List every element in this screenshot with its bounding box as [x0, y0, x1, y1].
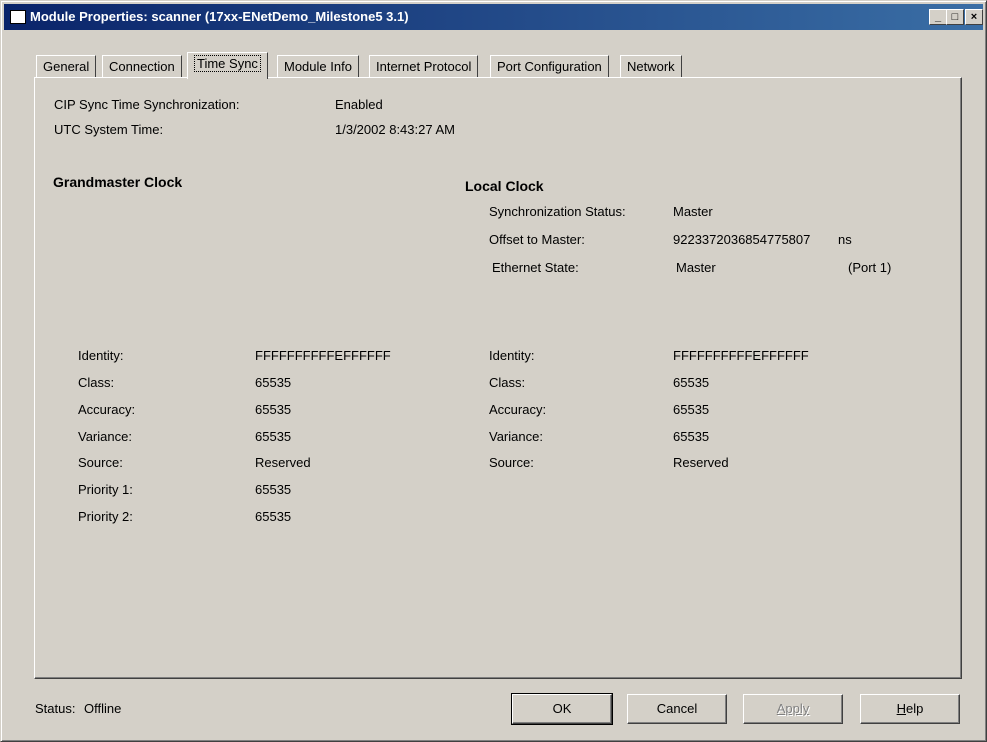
sync-status-value: Master [673, 204, 713, 219]
tab-time-sync[interactable]: Time Sync [187, 52, 268, 79]
gm-variance-value: 65535 [255, 429, 292, 444]
gm-priority1-label: Priority 1: [78, 482, 133, 497]
gm-identity-label: Identity: [78, 348, 124, 363]
grandmaster-clock-heading: Grandmaster Clock [53, 174, 183, 190]
cancel-button[interactable]: Cancel [627, 694, 727, 724]
gm-identity-value: FFFFFFFFFFEFFFFFF [255, 348, 391, 363]
local-variance-label: Variance: [489, 429, 543, 444]
gm-source-label: Source: [78, 455, 123, 470]
close-button[interactable]: × [965, 9, 983, 25]
title-bar[interactable]: Module Properties: scanner (17xx-ENetDem… [4, 4, 983, 30]
gm-class-label: Class: [78, 375, 115, 390]
gm-priority2-label: Priority 2: [78, 509, 133, 524]
ethernet-port: (Port 1) [848, 260, 892, 275]
gm-priority2-value: 65535 [255, 509, 292, 524]
cip-sync-value: Enabled [335, 97, 383, 112]
local-identity-value: FFFFFFFFFFEFFFFFF [673, 348, 809, 363]
apply-button[interactable]: Apply [743, 694, 843, 724]
gm-accuracy-value: 65535 [255, 402, 292, 417]
local-clock-heading: Local Clock [465, 178, 544, 194]
gm-priority1-value: 65535 [255, 482, 292, 497]
offset-value: 9223372036854775807 [673, 232, 811, 247]
local-accuracy-label: Accuracy: [489, 402, 547, 417]
status-value: Offline [84, 701, 122, 716]
utc-time-label: UTC System Time: [54, 122, 164, 137]
local-class-label: Class: [489, 375, 526, 390]
sync-status-label: Synchronization Status: [489, 204, 626, 219]
local-source-value: Reserved [673, 455, 729, 470]
local-identity-label: Identity: [489, 348, 535, 363]
tab-internet-protocol[interactable]: Internet Protocol [369, 55, 479, 77]
tab-network[interactable]: Network [620, 55, 682, 77]
local-source-label: Source: [489, 455, 534, 470]
utc-time-value: 1/3/2002 8:43:27 AM [335, 122, 455, 137]
offset-unit: ns [838, 232, 852, 247]
gm-class-value: 65535 [255, 375, 292, 390]
local-accuracy-value: 65535 [673, 402, 710, 417]
status-label: Status: [35, 701, 76, 716]
local-class-value: 65535 [673, 375, 710, 390]
gm-source-value: Reserved [255, 455, 311, 470]
tab-port-configuration[interactable]: Port Configuration [490, 55, 609, 77]
gm-variance-label: Variance: [78, 429, 132, 444]
tab-module-info[interactable]: Module Info [277, 55, 359, 77]
offset-label: Offset to Master: [489, 232, 585, 247]
ethernet-state-label: Ethernet State: [492, 260, 579, 275]
window-icon [10, 10, 26, 24]
local-variance-value: 65535 [673, 429, 710, 444]
gm-accuracy-label: Accuracy: [78, 402, 136, 417]
help-button[interactable]: Help [860, 694, 960, 724]
cip-sync-label: CIP Sync Time Synchronization: [54, 97, 240, 112]
ethernet-state-value: Master [676, 260, 716, 275]
tab-connection[interactable]: Connection [102, 55, 182, 77]
window-title: Module Properties: scanner (17xx-ENetDem… [30, 9, 409, 24]
maximize-button[interactable]: □ [946, 9, 964, 25]
minimize-button[interactable]: _ [929, 9, 947, 25]
ok-button[interactable]: OK [511, 693, 613, 725]
tab-general[interactable]: General [36, 55, 97, 77]
